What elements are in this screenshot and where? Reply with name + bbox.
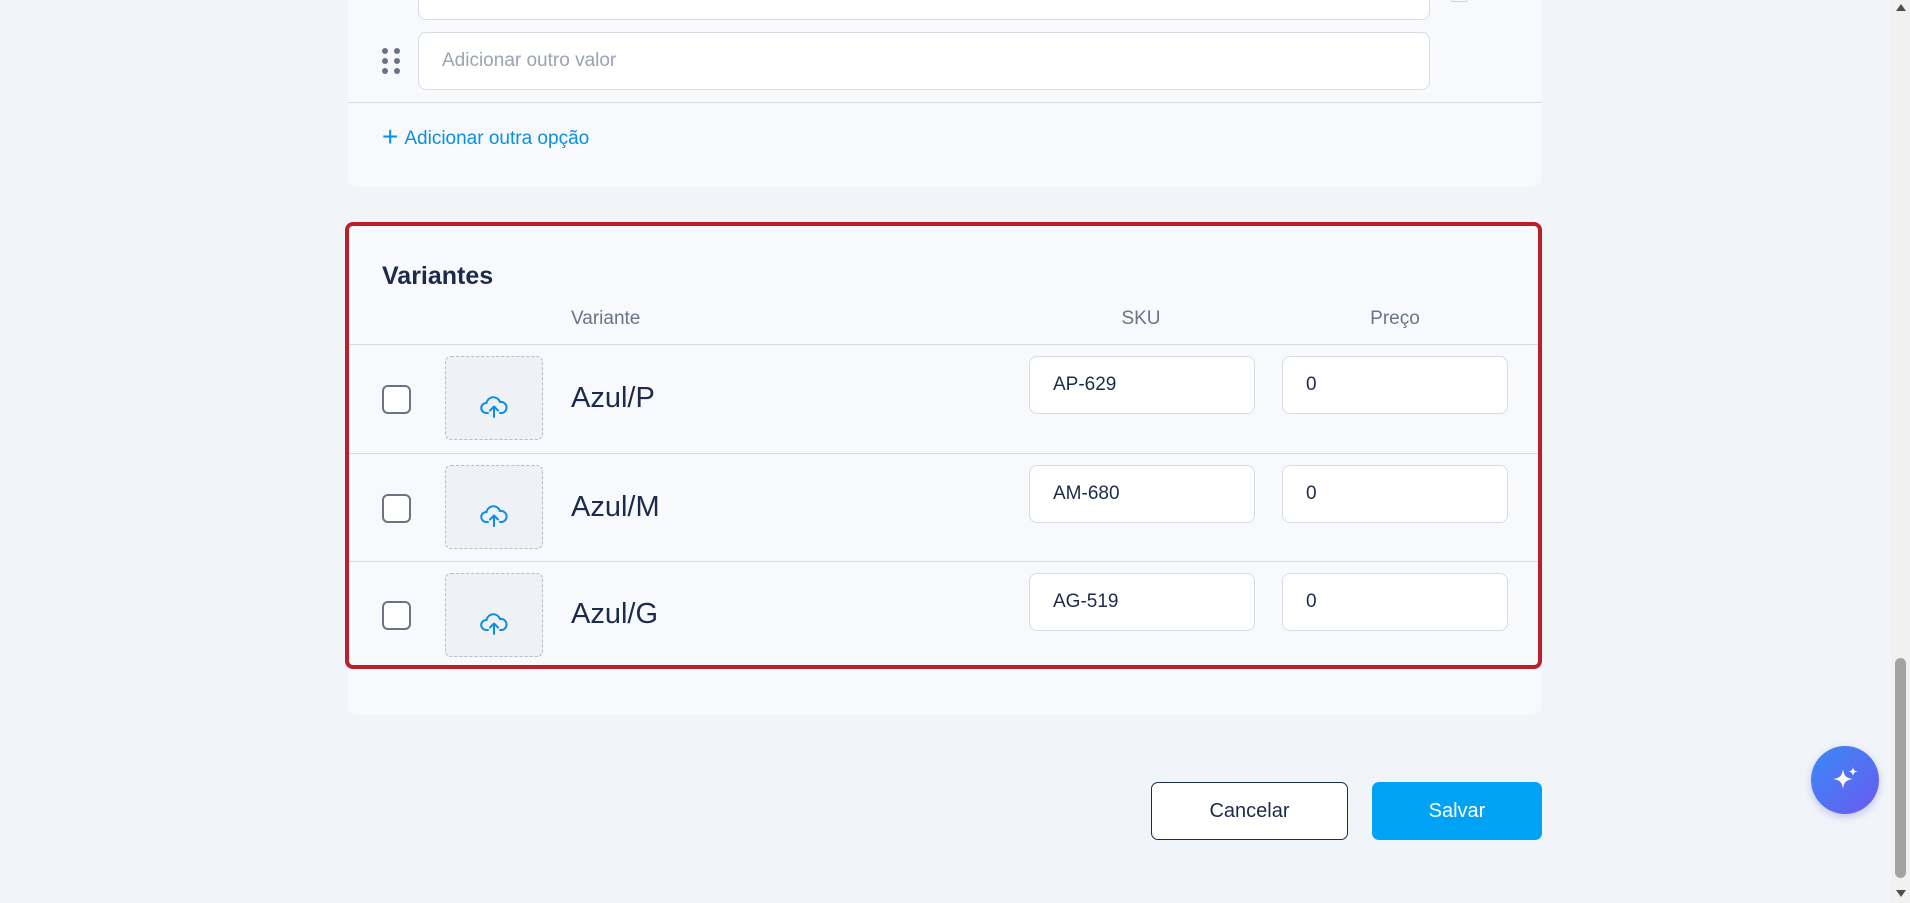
sparkles-icon [1833, 767, 1858, 789]
sku-input[interactable] [1029, 356, 1255, 414]
scrollbar-thumb[interactable] [1895, 658, 1906, 878]
variant-name: Azul/P [571, 382, 655, 414]
plus-icon: + [382, 121, 399, 152]
price-input[interactable] [1282, 356, 1508, 414]
sku-input[interactable] [1029, 573, 1255, 631]
cancel-button[interactable]: Cancelar [1151, 782, 1348, 840]
cloud-upload-icon [480, 396, 508, 418]
image-upload-button[interactable] [445, 465, 543, 549]
drag-handle-icon[interactable] [382, 0, 400, 4]
variant-row: Azul/M [349, 454, 1538, 562]
column-header-price: Preço [1370, 308, 1420, 329]
cloud-upload-icon [480, 613, 508, 635]
variant-name: Azul/G [571, 598, 659, 630]
image-upload-button[interactable] [445, 573, 543, 657]
add-option-link[interactable]: + Adicionar outra opção [382, 121, 590, 154]
divider [348, 102, 1542, 103]
variant-row: Azul/G [349, 562, 1538, 670]
save-button[interactable]: Salvar [1372, 782, 1542, 840]
variant-checkbox[interactable] [382, 494, 411, 523]
price-input[interactable] [1282, 573, 1508, 631]
variants-title: Variantes [382, 262, 494, 290]
variant-name: Azul/M [571, 491, 660, 523]
scroll-down-arrow-icon[interactable] [1896, 890, 1906, 897]
image-upload-button[interactable] [445, 356, 543, 440]
cloud-upload-icon [480, 505, 508, 527]
variant-checkbox[interactable] [382, 385, 411, 414]
ai-assistant-button[interactable] [1811, 746, 1879, 814]
variant-row: Azul/P [349, 345, 1538, 453]
previous-value-input[interactable] [418, 0, 1430, 20]
drag-handle-icon[interactable] [382, 48, 400, 74]
add-option-label: Adicionar outra opção [404, 128, 590, 149]
options-card [348, 0, 1542, 187]
scrollbar[interactable] [1891, 0, 1910, 903]
price-input[interactable] [1282, 465, 1508, 523]
remove-value-icon[interactable] [1450, 0, 1468, 2]
scroll-up-arrow-icon[interactable] [1896, 4, 1906, 11]
sku-input[interactable] [1029, 465, 1255, 523]
page: + Adicionar outra opção Variantes Varian… [0, 0, 1910, 903]
column-header-variant: Variante [571, 308, 641, 329]
column-header-sku: SKU [1121, 308, 1161, 329]
variant-checkbox[interactable] [382, 601, 411, 630]
add-value-input[interactable] [418, 32, 1430, 90]
